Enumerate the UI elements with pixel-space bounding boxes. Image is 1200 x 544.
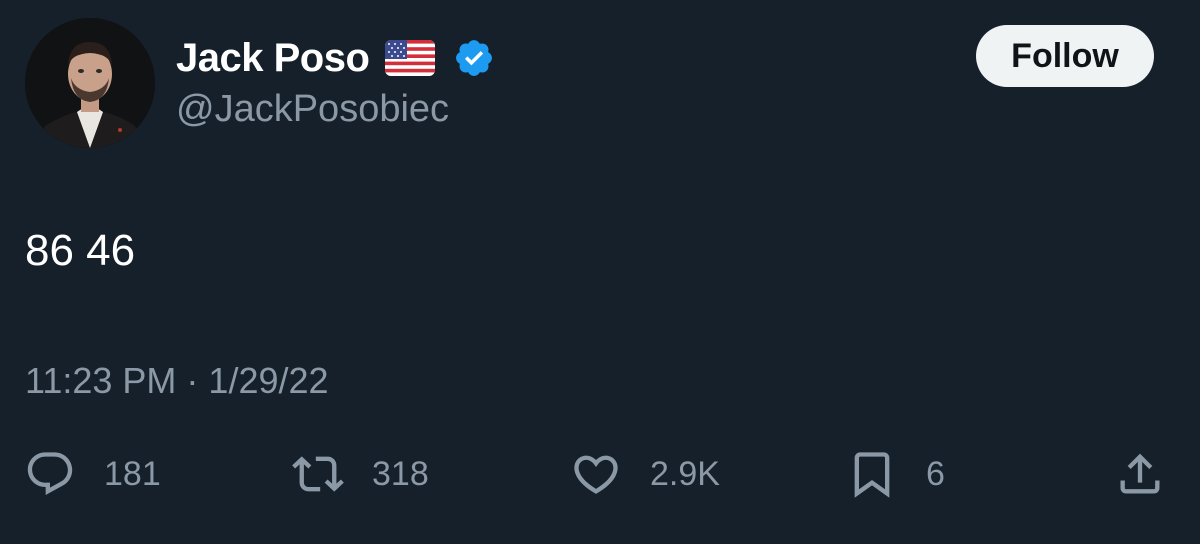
heart-icon — [570, 448, 622, 500]
retweet-button[interactable]: 318 — [292, 448, 429, 500]
bookmark-button[interactable]: 6 — [846, 448, 945, 500]
tweet-timestamp[interactable]: 11:23 PM · 1/29/22 — [25, 360, 329, 402]
bookmark-icon — [846, 448, 898, 500]
tweet-date: 1/29/22 — [208, 360, 329, 401]
avatar[interactable] — [25, 18, 155, 148]
tweet-card: Jack Poso @JackPosobiec Follow 86 46 11:… — [0, 0, 1200, 544]
avatar-image — [25, 18, 155, 148]
reply-button[interactable]: 181 — [24, 448, 161, 500]
retweet-count: 318 — [372, 454, 429, 493]
tweet-text: 86 46 — [25, 226, 136, 275]
us-flag-icon — [385, 40, 436, 76]
author-handle[interactable]: @JackPosobiec — [176, 88, 449, 131]
bookmark-count: 6 — [926, 454, 945, 493]
like-button[interactable]: 2.9K — [570, 448, 720, 500]
author-name-row: Jack Poso — [176, 32, 495, 84]
reply-icon — [24, 448, 76, 500]
like-count: 2.9K — [650, 454, 720, 493]
display-name[interactable]: Jack Poso — [176, 36, 370, 81]
tweet-time: 11:23 PM — [25, 360, 177, 401]
reply-count: 181 — [104, 454, 161, 493]
timestamp-separator: · — [186, 360, 199, 401]
verified-badge-icon[interactable] — [453, 37, 495, 79]
share-icon — [1114, 448, 1166, 500]
retweet-icon — [292, 448, 344, 500]
share-button[interactable] — [1114, 448, 1166, 500]
follow-button[interactable]: Follow — [976, 25, 1154, 87]
